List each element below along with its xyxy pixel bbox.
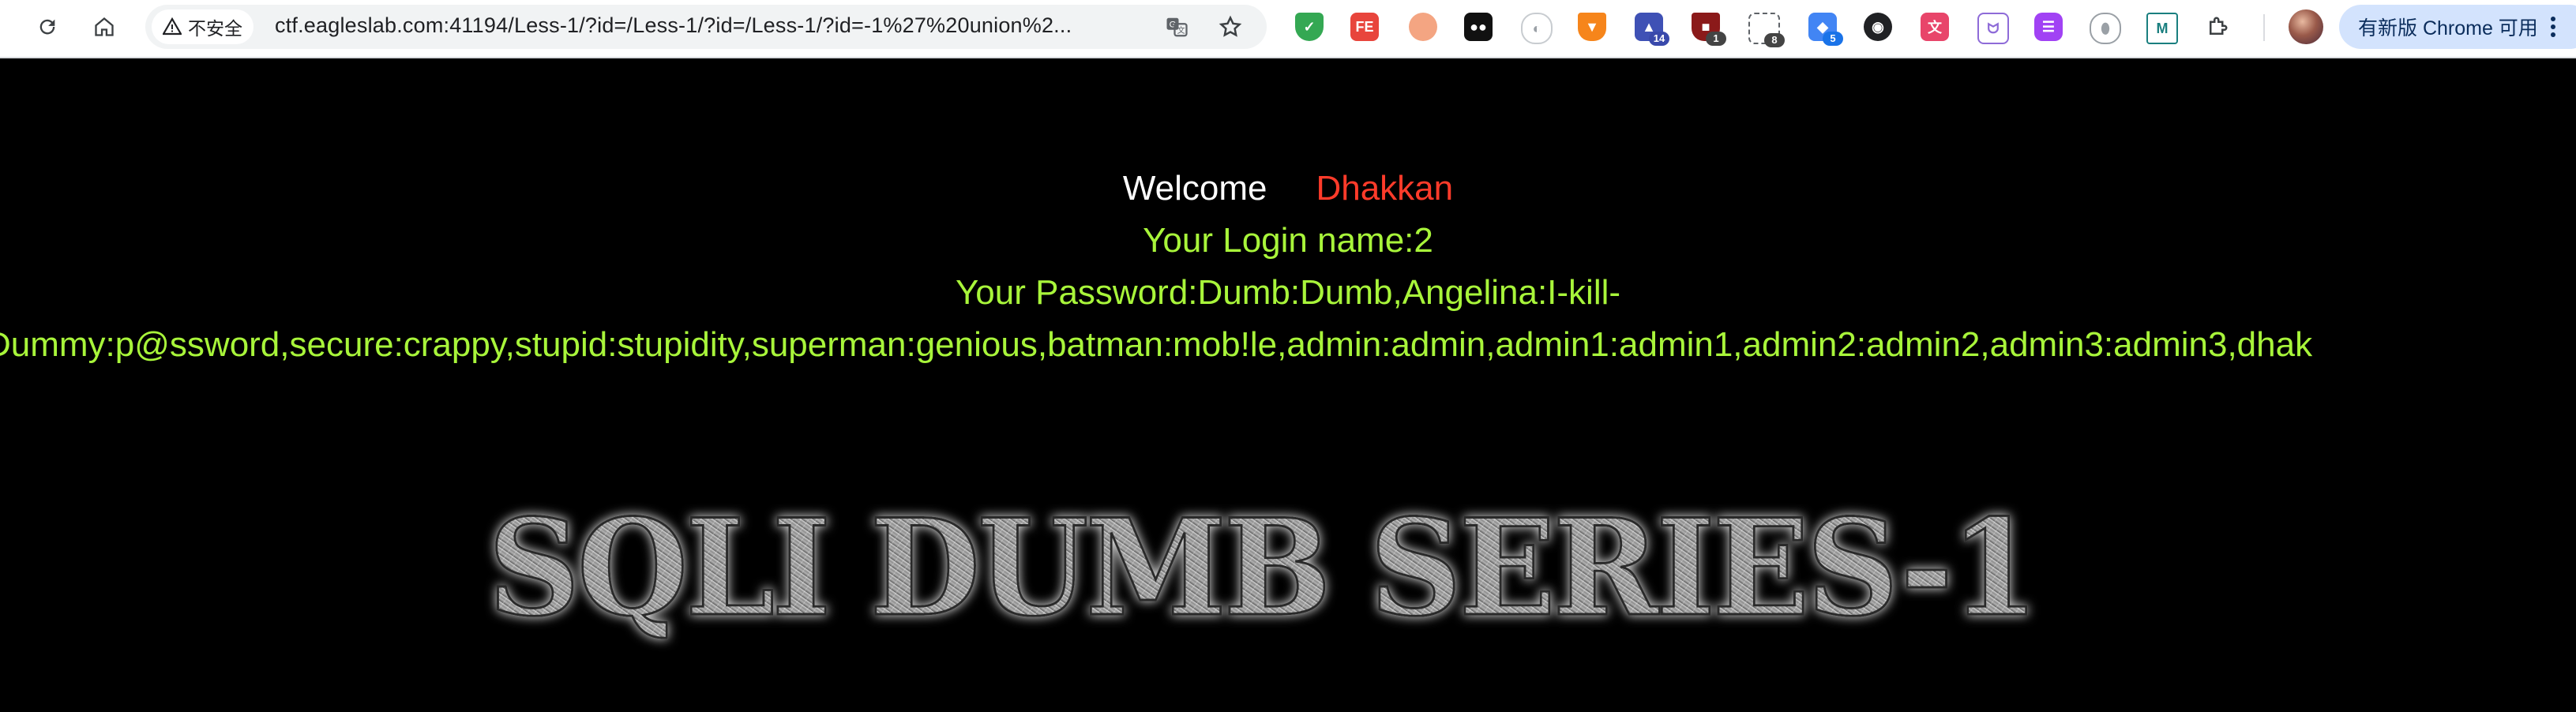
login-name-line: Your Login name:2 (1143, 221, 1433, 260)
browser-toolbar: 不安全 ctf.eagleslab.com:41194/Less-1/?id=/… (0, 0, 2576, 58)
banner-text: SQLI DUMB SERIES-1 (488, 489, 2036, 646)
crop-icon[interactable]: 8 (1748, 13, 1785, 47)
page-content: Welcome Dhakkan Your Login name:2 Your Pa… (0, 58, 2576, 712)
cat-icon[interactable]: ᗢ (1977, 13, 2009, 44)
password-line-continued: Dummy:p@ssword,secure:crappy,stupid:stup… (0, 325, 2313, 364)
url-text[interactable]: ctf.eagleslab.com:41194/Less-1/?id=/Less… (275, 13, 1072, 38)
welcome-word: Welcome (1122, 169, 1267, 208)
github-icon[interactable]: ◉ (1864, 13, 1892, 41)
svg-text:文: 文 (1177, 25, 1185, 36)
shield-check-icon[interactable]: ✓ (1295, 13, 1324, 41)
warning-icon (163, 17, 182, 36)
profile-avatar[interactable] (2289, 9, 2323, 44)
ghost-icon[interactable]: ●● (1464, 13, 1493, 41)
security-label: 不安全 (188, 18, 242, 39)
translate-icon[interactable]: 文 (1921, 13, 1949, 41)
sqli-banner: SQLI DUMB SERIES-1 (487, 489, 2041, 647)
home-button[interactable] (87, 9, 122, 44)
fe-helper-icon[interactable]: FE (1350, 13, 1379, 41)
chrome-update-button[interactable]: 有新版 Chrome 可用 (2339, 5, 2576, 49)
js-icon[interactable]: ⬮ (2090, 13, 2121, 44)
security-chip[interactable]: 不安全 (152, 9, 253, 44)
address-bar[interactable]: 不安全 ctf.eagleslab.com:41194/Less-1/?id=/… (145, 5, 1267, 49)
fox-icon[interactable]: ▼ (1578, 13, 1606, 41)
reload-icon (39, 19, 55, 35)
puzzle-icon[interactable] (2203, 13, 2232, 41)
translate-page-icon[interactable]: G 文 (1164, 14, 1189, 39)
welcome-name: Dhakkan (1316, 169, 1454, 208)
circle-icon[interactable] (1409, 13, 1437, 41)
planet-icon[interactable]: ◐ (1521, 13, 1553, 44)
cubes-icon[interactable]: ◆ 5 (1808, 13, 1843, 46)
graduation-cap-icon[interactable]: ▲ 14 (1635, 13, 1669, 46)
reload-button[interactable] (30, 9, 65, 44)
password-line: Your Password:Dumb:Dumb,Angelina:I-kill- (955, 273, 1621, 312)
shield-red-icon[interactable]: ■ 1 (1692, 13, 1726, 46)
welcome-line: Welcome Dhakkan (0, 169, 2576, 208)
bookmark-star-icon[interactable] (1218, 14, 1243, 39)
m-icon[interactable]: M (2146, 13, 2178, 44)
chat-icon[interactable]: ☰ (2034, 13, 2063, 41)
home-icon (95, 17, 114, 36)
more-vert-icon (2550, 17, 2555, 37)
toolbar-divider (2263, 14, 2265, 41)
update-label: 有新版 Chrome 可用 (2358, 17, 2538, 39)
